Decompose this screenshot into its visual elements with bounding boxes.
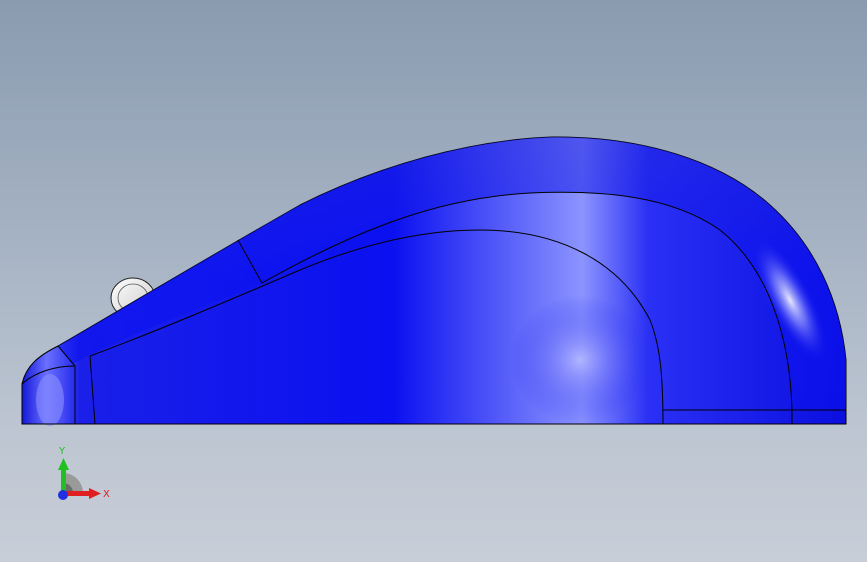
graphics-viewport[interactable]: Y X [0,0,867,562]
y-axis-label: Y [58,446,66,457]
x-axis-label: X [103,489,110,500]
model-view[interactable] [0,0,867,562]
side-highlight [510,295,650,425]
z-axis-dot [58,490,68,500]
axis-triad: Y X [58,446,110,500]
